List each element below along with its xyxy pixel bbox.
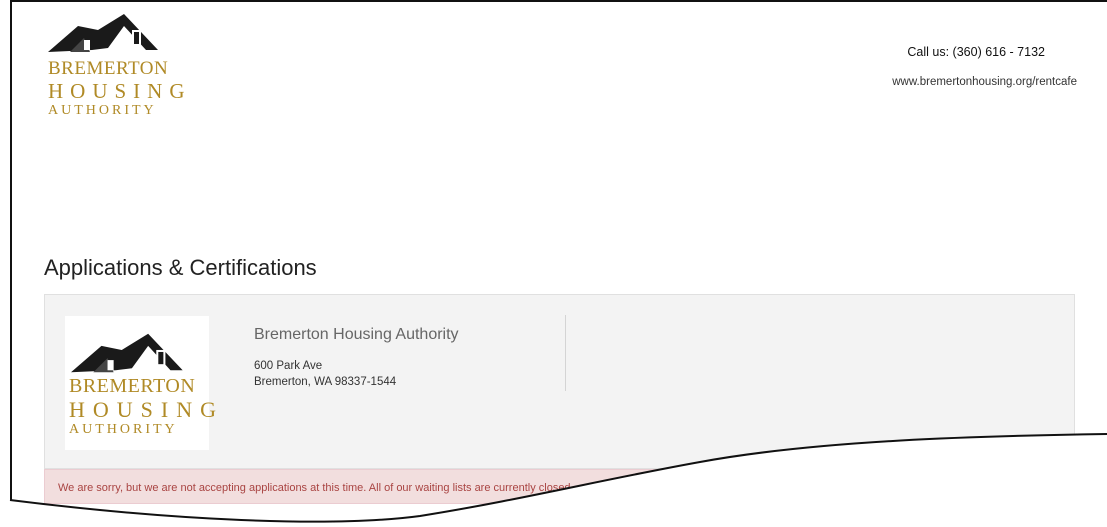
logo-line1: BREMERTON (48, 58, 169, 79)
property-logo-line1: BREMERTON (69, 375, 196, 397)
logo-line2: HOUSING (48, 79, 192, 103)
property-logo-line2: HOUSING (69, 397, 224, 422)
property-logo-wordmark: BREMERTON HOUSING AUTHORITY (69, 376, 224, 437)
page-title: Applications & Certifications (44, 255, 317, 280)
property-panel: BREMERTON HOUSING AUTHORITY Bremerton Ho… (44, 294, 1075, 469)
property-address: 600 Park Ave Bremerton, WA 98337-1544 (254, 358, 396, 390)
property-logo-line3: AUTHORITY (69, 422, 178, 437)
property-name: Bremerton Housing Authority (254, 326, 459, 343)
address-line1: 600 Park Ave (254, 360, 323, 372)
property-logo: BREMERTON HOUSING AUTHORITY (65, 316, 216, 450)
house-roof-icon (48, 14, 158, 52)
header-logo[interactable]: BREMERTON HOUSING AUTHORITY (48, 12, 188, 118)
logo-wordmark: BREMERTON HOUSING AUTHORITY (48, 59, 188, 118)
address-line2: Bremerton, WA 98337-1544 (254, 376, 397, 388)
closed-alert: We are sorry, but we are not accepting a… (44, 469, 1075, 504)
house-roof-icon (71, 333, 183, 373)
call-us-text: Call us: (360) 616 - 7132 (907, 45, 1045, 59)
website-link[interactable]: www.bremertonhousing.org/rentcafe (892, 76, 1077, 88)
logo-line3: AUTHORITY (48, 103, 157, 118)
panel-divider (565, 315, 566, 391)
